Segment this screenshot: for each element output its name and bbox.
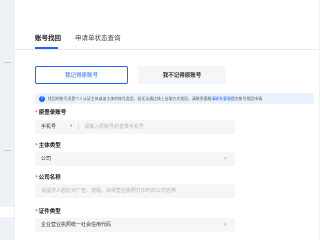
sidebar <box>0 0 15 240</box>
company-name-label: *公司名称 <box>35 174 61 182</box>
remember-account-option[interactable]: 我记得原账号 <box>35 66 128 84</box>
forgot-account-option[interactable]: 我不记得原账号 <box>138 66 226 84</box>
company-name-label-text: 公司名称 <box>38 175 61 181</box>
required-marker: * <box>35 143 38 149</box>
notice-banner: ! 找回的账号须是个人认证主体或该主体的账号类型，若无法通过线上自助方式找回，请… <box>35 93 314 104</box>
entity-type-label-text: 主体类型 <box>38 143 61 149</box>
account-placeholder: 请输入原账号的登录手机号 <box>84 124 145 130</box>
company-name-placeholder: 请提供人脸比对广告、流程、尚待营业执照打印时的公司名称 <box>41 188 177 194</box>
entity-type-select[interactable]: 公司 ▾ <box>35 152 235 166</box>
prefix-divider <box>78 124 79 130</box>
main-card: 账号找回 申请单状态查询 我记得原账号 我不记得原账号 ! 找回的账号须是个人认… <box>15 0 319 240</box>
active-tab-indicator <box>35 47 58 49</box>
required-marker: * <box>35 110 38 116</box>
info-icon: ! <box>39 95 45 102</box>
entity-type-label: *主体类型 <box>35 142 61 150</box>
contact-support-link[interactable]: 请联系客服 <box>211 96 230 101</box>
tab-account-recovery[interactable]: 账号找回 <box>35 34 61 43</box>
sidebar-divider <box>4 150 11 151</box>
cert-type-label: *证件类型 <box>35 208 61 216</box>
cert-type-label-text: 证件类型 <box>38 209 61 215</box>
phone-prefix-select[interactable]: 手机号 <box>41 120 56 134</box>
notice-text: 找回的账号须是个人认证主体或该主体的账号类型，若无法通过线上自助方式找回，请联系… <box>48 93 310 104</box>
account-label-text: 原登录账号 <box>38 110 67 116</box>
required-marker: * <box>35 209 38 215</box>
notice-suffix: 提交账号找回申请 <box>230 96 262 101</box>
chevron-down-icon: ▾ <box>70 124 73 129</box>
cert-type-select[interactable]: 企业营业执照统一社会信用代码 ▾ <box>35 218 235 232</box>
chevron-down-icon: ▾ <box>224 222 227 228</box>
required-marker: * <box>35 175 38 181</box>
sidebar-divider <box>4 62 11 63</box>
tab-application-status[interactable]: 申请单状态查询 <box>75 34 121 43</box>
tab-bar: 账号找回 申请单状态查询 <box>15 0 319 50</box>
chevron-down-icon: ▾ <box>224 156 227 162</box>
entity-type-value: 公司 <box>41 156 52 162</box>
account-label: *原登录账号 <box>35 109 66 117</box>
account-input[interactable]: 手机号 ▾ 请输入原账号的登录手机号 <box>35 120 235 134</box>
company-name-input[interactable]: 请提供人脸比对广告、流程、尚待营业执照打印时的公司名称 <box>35 184 235 198</box>
sidebar-item-active[interactable] <box>0 207 14 217</box>
cert-type-value: 企业营业执照统一社会信用代码 <box>41 222 112 228</box>
notice-message: 找回的账号须是个人认证主体或该主体的账号类型，若无法通过线上自助方式找回，请联系… <box>48 96 212 101</box>
